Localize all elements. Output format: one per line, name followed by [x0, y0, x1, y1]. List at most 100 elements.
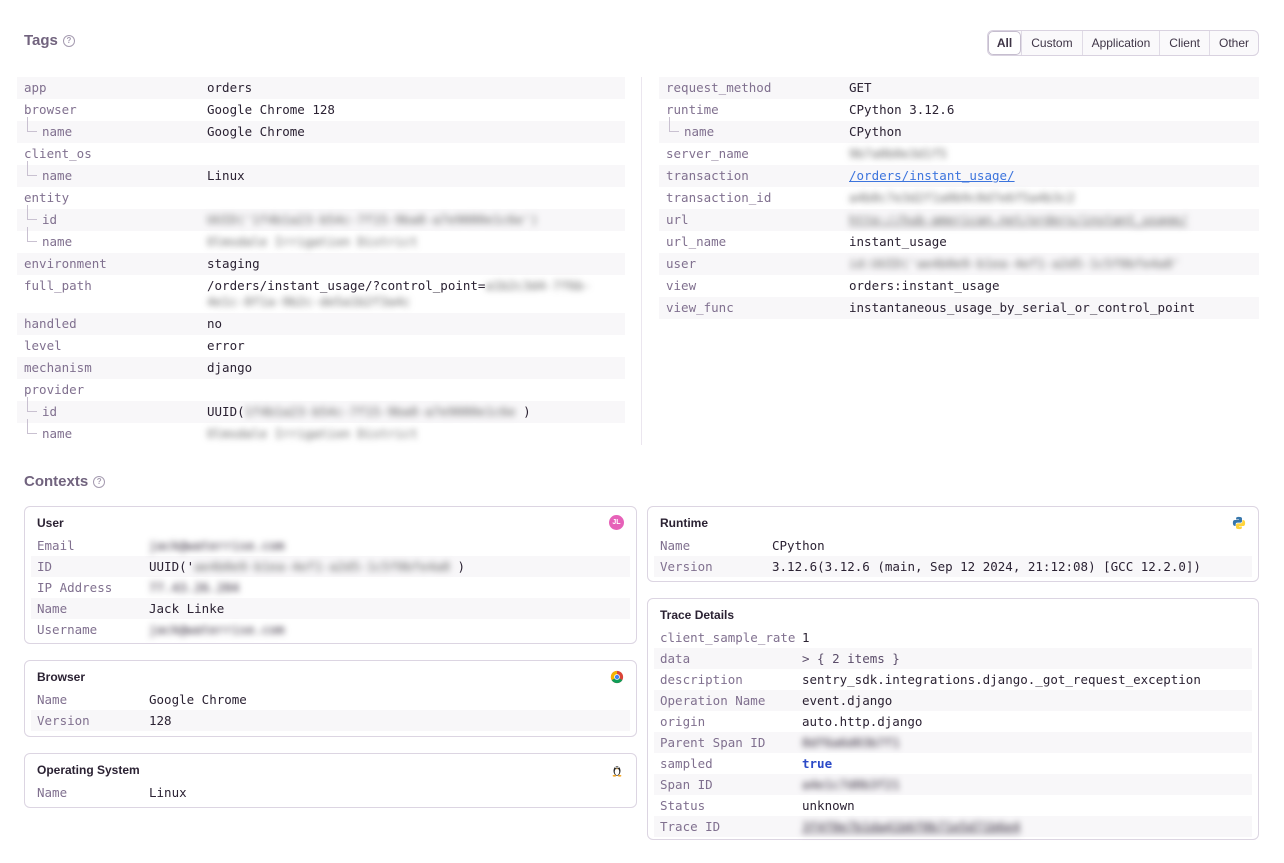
tag-value: UUID('1f4b1a23-b54c-7f15-9ba8-a7e9080e1c…	[207, 212, 539, 227]
tag-row: handled no	[17, 313, 625, 335]
tag-key: entity	[24, 190, 70, 205]
linux-tux-icon	[612, 765, 622, 777]
context-row: Name Linux	[31, 782, 630, 803]
contexts-title: Contexts	[24, 473, 89, 490]
tag-row: browser Google Chrome 128	[17, 99, 625, 121]
tags-title: Tags	[24, 32, 58, 49]
tag-row: transaction_id a4b8c7e3d2f1a0b9c8d7e6f5a4…	[659, 187, 1259, 209]
context-value: jack@waterrise.com	[149, 538, 285, 553]
context-value: 77.43.26.204	[149, 580, 240, 595]
filter-application-button[interactable]: Application	[1081, 31, 1160, 55]
tag-key: request_method	[666, 80, 772, 95]
tag-key: name	[24, 117, 207, 140]
tag-key: name	[666, 117, 849, 140]
context-row: Email jack@waterrise.com	[31, 535, 630, 556]
context-value: Google Chrome	[149, 692, 247, 707]
context-key: Name	[37, 785, 68, 800]
context-row: data > { 2 items }	[654, 648, 1252, 669]
trace-context-card: Trace Details client_sample_rate 1 data > {…	[647, 598, 1259, 840]
tag-key: transaction	[666, 168, 749, 183]
tag-key: level	[24, 338, 62, 353]
card-header: Operating System	[31, 762, 630, 782]
tag-row: provider	[17, 379, 625, 401]
tags-heading: Tags ?	[24, 32, 75, 49]
context-key: Version	[37, 713, 90, 728]
tag-value: Google Chrome	[207, 124, 305, 139]
filter-all-button[interactable]: All	[987, 31, 1022, 55]
tag-row: url http://hub-american.net/orders/instan…	[659, 209, 1259, 231]
card-header: User JL	[31, 515, 630, 535]
tag-value: 9b7a0b0e3d1f5	[849, 146, 947, 161]
user-context-rows: Email jack@waterrise.com ID UUID('ae4b0e9-b…	[31, 535, 630, 640]
tag-row: environment staging	[17, 253, 625, 275]
context-value: CPython	[772, 538, 825, 553]
context-key: Parent Span ID	[660, 735, 766, 750]
card-title: Runtime	[660, 515, 708, 530]
context-key: IP Address	[37, 580, 113, 595]
context-row: sampled true	[654, 753, 1252, 774]
tag-value[interactable]: http://hub-american.net/orders/instant_u…	[849, 212, 1259, 228]
context-value[interactable]: 3f4f0e7b1da41b6f0b71e5d71b6e4	[802, 819, 1246, 834]
browser-context-card: Browser Name Google Chrome Version 128	[24, 660, 637, 737]
card-title: Trace Details	[660, 607, 735, 622]
context-row: Status unknown	[654, 795, 1252, 816]
context-value: Jack Linke	[149, 601, 225, 616]
tag-value: CPython	[849, 124, 902, 139]
card-header: Runtime	[654, 515, 1252, 535]
tag-key: url_name	[666, 234, 727, 249]
runtime-context-card: Runtime Name CPython Version 3.12.6(3.12.6 …	[647, 506, 1259, 582]
tag-key: transaction_id	[666, 190, 772, 205]
tag-key: user	[666, 256, 697, 271]
tag-value: django	[207, 360, 253, 375]
tag-row: mechanism django	[17, 357, 625, 379]
tag-row: app orders	[17, 77, 625, 99]
card-title: User	[37, 515, 64, 530]
filter-client-button[interactable]: Client	[1159, 31, 1209, 55]
context-value: 3.12.6(3.12.6 (main, Sep 12 2024, 21:12:…	[772, 559, 1201, 574]
tag-row: view_func instantaneous_usage_by_serial_o…	[659, 297, 1259, 319]
context-key: ID	[37, 559, 53, 574]
tag-row: client_os	[17, 143, 625, 165]
tag-row: name Olmsdale Irrigation District	[17, 227, 625, 253]
tag-key: provider	[24, 382, 85, 397]
tag-value-prefix: UUID(	[207, 404, 245, 419]
tag-value: instantaneous_usage_by_serial_or_control…	[849, 300, 1196, 315]
tag-row: entity	[17, 187, 625, 209]
card-header: Browser	[31, 669, 630, 689]
os-context-rows: Name Linux	[31, 782, 630, 803]
tag-row: transaction/orders/instant_usage/	[659, 165, 1259, 187]
context-key: Trace ID	[660, 819, 721, 834]
context-key: origin	[660, 714, 706, 729]
context-key: Username	[37, 622, 98, 637]
tag-value: instant_usage	[849, 234, 947, 249]
context-row: Name CPython	[654, 535, 1252, 556]
filter-custom-button[interactable]: Custom	[1021, 31, 1081, 55]
tag-row: name Linux	[17, 161, 625, 187]
context-key: sampled	[660, 756, 713, 771]
tag-value[interactable]: /orders/instant_usage/	[849, 168, 1259, 184]
context-row: origin auto.http.django	[654, 711, 1252, 732]
context-key: Name	[660, 538, 691, 553]
tag-row: url_name instant_usage	[659, 231, 1259, 253]
card-header: Trace Details	[654, 607, 1252, 627]
filter-other-button[interactable]: Other	[1208, 31, 1258, 55]
tag-value: CPython 3.12.6	[849, 102, 955, 117]
tag-key: runtime	[666, 102, 719, 117]
data-expander[interactable]: > { 2 items }	[802, 651, 1246, 666]
tag-row: runtime CPython 3.12.6	[659, 99, 1259, 121]
help-icon[interactable]: ?	[62, 34, 75, 47]
trace-context-rows: client_sample_rate 1 data > { 2 items } desc…	[654, 627, 1252, 837]
context-value: a4e1c7d0b3f21	[802, 777, 900, 792]
context-row: IP Address 77.43.26.204	[31, 577, 630, 598]
context-key: data	[660, 651, 691, 666]
redacted-value: 1f4b1a23-b54c-7f15-9ba8-a7e9080e1c6e	[244, 404, 516, 419]
tag-filter-segmented-control: All Custom Application Client Other	[986, 30, 1259, 56]
tag-value-suffix: )	[515, 404, 531, 419]
help-icon[interactable]: ?	[93, 475, 106, 488]
column-divider	[641, 77, 642, 445]
tag-row: name Olmsdale Irrigation District	[17, 419, 625, 445]
card-title: Browser	[37, 669, 86, 684]
tag-key: id	[24, 205, 207, 228]
tag-row: server_name 9b7a0b0e3d1f5	[659, 143, 1259, 165]
tag-key: full_path	[24, 278, 92, 293]
